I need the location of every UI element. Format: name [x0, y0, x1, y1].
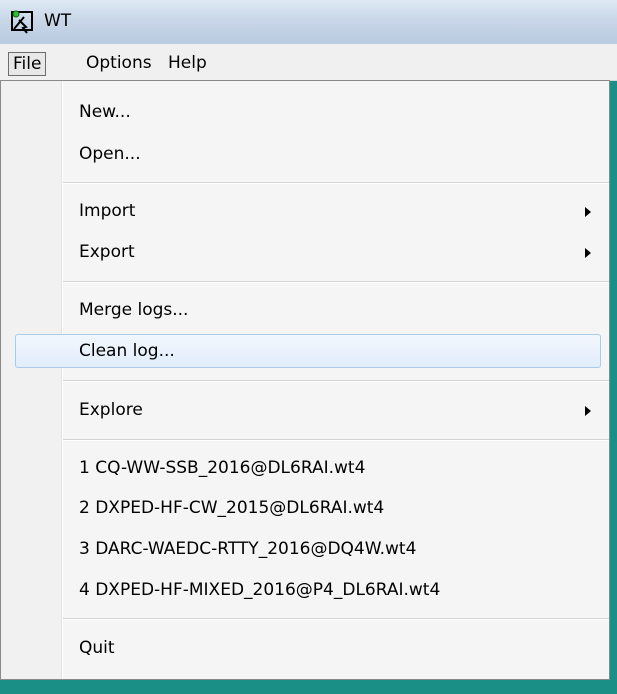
menu-item-recent-3[interactable]: 3 DARC-WAEDC-RTTY_2016@DQ4W.wt4	[1, 530, 609, 568]
title-bar[interactable]: WT	[0, 0, 617, 45]
menu-item-label: 3 DARC-WAEDC-RTTY_2016@DQ4W.wt4	[79, 539, 417, 559]
window-background	[0, 680, 617, 694]
menu-item-label: Clean log...	[79, 341, 175, 361]
menu-item-recent-2[interactable]: 2 DXPED-HF-CW_2015@DL6RAI.wt4	[1, 489, 609, 527]
menu-separator	[63, 182, 609, 184]
menu-item-explore[interactable]: Explore	[1, 391, 609, 429]
menu-item-label: 4 DXPED-HF-MIXED_2016@P4_DL6RAI.wt4	[79, 580, 441, 600]
app-window: WT File Options Help New... Open... Impo…	[0, 0, 617, 694]
submenu-arrow-icon	[585, 248, 591, 258]
menu-options[interactable]: Options	[82, 52, 156, 76]
menu-item-label: Export	[79, 242, 135, 262]
menu-separator	[63, 618, 609, 620]
menu-item-clean-log[interactable]: Clean log...	[1, 332, 609, 370]
menu-bar: File Options Help	[0, 44, 617, 81]
menu-item-label: 1 CQ-WW-SSB_2016@DL6RAI.wt4	[79, 458, 366, 478]
menu-item-label: New...	[79, 102, 131, 122]
menu-item-label: 2 DXPED-HF-CW_2015@DL6RAI.wt4	[79, 498, 385, 518]
menu-item-label: Import	[79, 201, 136, 221]
submenu-arrow-icon	[585, 406, 591, 416]
menu-item-import[interactable]: Import	[1, 192, 609, 230]
app-icon	[11, 10, 33, 34]
menu-item-label: Merge logs...	[79, 300, 189, 320]
menu-item-label: Open...	[79, 144, 141, 164]
menu-file[interactable]: File	[8, 52, 47, 76]
menu-item-open[interactable]: Open...	[1, 135, 609, 173]
menu-separator	[63, 281, 609, 283]
window-title: WT	[44, 11, 72, 31]
menu-item-quit[interactable]: Quit	[1, 629, 609, 667]
menu-item-export[interactable]: Export	[1, 233, 609, 271]
menu-item-recent-1[interactable]: 1 CQ-WW-SSB_2016@DL6RAI.wt4	[1, 449, 609, 487]
menu-item-merge-logs[interactable]: Merge logs...	[1, 291, 609, 329]
menu-separator	[63, 380, 609, 382]
menu-item-label: Explore	[79, 400, 143, 420]
menu-item-label: Quit	[79, 638, 115, 658]
submenu-arrow-icon	[585, 207, 591, 217]
menu-item-recent-4[interactable]: 4 DXPED-HF-MIXED_2016@P4_DL6RAI.wt4	[1, 571, 609, 609]
file-dropdown-menu: New... Open... Import Export Merge logs.…	[0, 80, 610, 680]
menu-separator	[63, 439, 609, 441]
menu-help[interactable]: Help	[164, 52, 211, 76]
menu-item-new[interactable]: New...	[1, 93, 609, 131]
